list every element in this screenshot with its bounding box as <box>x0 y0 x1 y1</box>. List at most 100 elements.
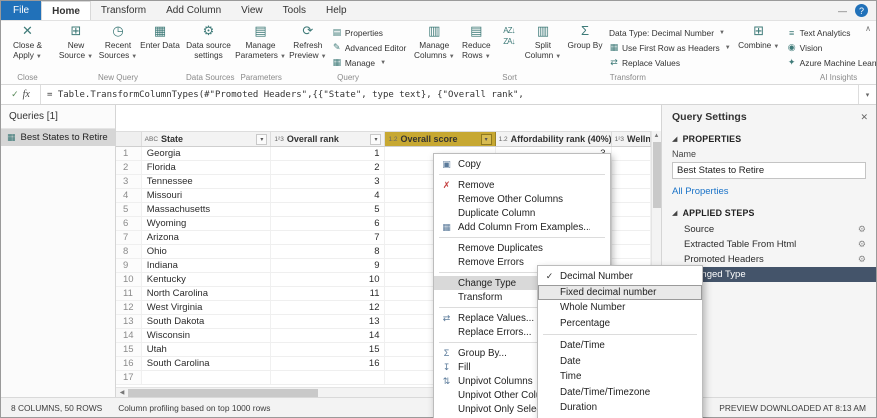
sort-ascending-button[interactable]: AZ↓ <box>501 26 516 35</box>
cell-overall-rank[interactable]: 11 <box>271 287 386 300</box>
context-menu-item[interactable]: Duplicate Column <box>434 206 610 220</box>
advanced-editor-button[interactable]: ✎ Advanced Editor <box>329 40 409 55</box>
submenu-item[interactable]: Date/Time <box>538 338 702 354</box>
context-menu-item[interactable]: Remove Other Columns <box>434 192 610 206</box>
cell-overall-rank[interactable]: 8 <box>271 245 386 258</box>
cell-state[interactable]: South Carolina <box>142 357 272 370</box>
vertical-scroll-thumb[interactable] <box>653 142 661 208</box>
manage-columns-button[interactable]: ▥ Manage Columns ▼ <box>413 23 455 61</box>
refresh-preview-button[interactable]: ⟳ Refresh Preview ▼ <box>287 23 329 61</box>
cell-wellness[interactable] <box>612 217 651 230</box>
horizontal-scroll-thumb[interactable] <box>128 388 318 397</box>
cell-overall-rank[interactable]: 13 <box>271 315 386 328</box>
filter-dropdown-icon[interactable]: ▾ <box>370 133 382 145</box>
cell-overall-rank[interactable]: 3 <box>271 175 386 188</box>
collapse-triangle-icon[interactable]: ◢ <box>672 209 678 217</box>
gear-icon[interactable]: ⚙ <box>858 239 866 250</box>
cell-overall-rank[interactable]: 7 <box>271 231 386 244</box>
cell-overall-rank[interactable]: 9 <box>271 259 386 272</box>
filter-dropdown-icon[interactable]: ▾ <box>256 133 268 145</box>
grid-corner-cell[interactable] <box>116 132 142 146</box>
menu-tab[interactable]: Home <box>41 1 91 20</box>
properties-button[interactable]: ▤ Properties <box>329 25 409 40</box>
cell-overall-rank[interactable]: 1 <box>271 147 386 160</box>
azure-ml-button[interactable]: ✦Azure Machine Learning <box>784 55 876 70</box>
recent-sources-button[interactable]: ◷ Recent Sources ▼ <box>97 23 139 61</box>
cell-state[interactable]: South Dakota <box>142 315 272 328</box>
menu-tab[interactable]: Help <box>316 1 357 20</box>
submenu-item[interactable]: Duration <box>538 400 702 416</box>
formula-expand-icon[interactable]: ▾ <box>858 85 876 104</box>
scroll-left-icon[interactable]: ◀ <box>116 389 128 396</box>
submenu-item[interactable]: Time <box>538 369 702 385</box>
use-first-row-button[interactable]: ▦ Use First Row as Headers ▼ <box>606 40 734 55</box>
menu-tab[interactable]: Tools <box>273 1 316 20</box>
replace-values-button[interactable]: ⇄ Replace Values <box>606 55 734 70</box>
enter-data-button[interactable]: ▦ Enter Data <box>139 23 181 52</box>
text-analytics-button[interactable]: ≡ Text Analytics <box>784 25 876 40</box>
cell-wellness[interactable] <box>612 189 651 202</box>
data-type-button[interactable]: Data Type: Decimal Number ▼ <box>606 25 734 40</box>
help-icon[interactable]: ? <box>855 4 868 17</box>
columns-rows-status[interactable]: 8 COLUMNS, 50 ROWS <box>11 403 102 413</box>
file-tab[interactable]: File <box>1 1 42 20</box>
cell-overall-rank[interactable] <box>271 371 386 384</box>
group-by-button[interactable]: Σ Group By <box>564 23 606 52</box>
submenu-item[interactable]: Fixed decimal number <box>538 284 702 300</box>
context-menu-item[interactable]: Remove Duplicates <box>434 241 610 255</box>
query-name-input[interactable] <box>672 162 866 179</box>
cell-wellness[interactable] <box>612 161 651 174</box>
formula-input[interactable]: = Table.TransformColumnTypes(#"Promoted … <box>41 85 858 104</box>
cell-wellness[interactable] <box>612 175 651 188</box>
cell-state[interactable]: Utah <box>142 343 272 356</box>
cell-state[interactable] <box>142 371 272 384</box>
vision-button[interactable]: ◉ Vision <box>784 40 876 55</box>
cell-wellness[interactable] <box>612 245 651 258</box>
cell-wellness[interactable] <box>612 147 651 160</box>
gear-icon[interactable]: ⚙ <box>858 254 866 265</box>
submenu-item[interactable]: Date/Time/Timezone <box>538 385 702 401</box>
combine-button[interactable]: ⊞ Combine ▼ <box>738 23 780 52</box>
menu-tab[interactable]: Add Column <box>156 1 231 20</box>
cell-state[interactable]: Wisconsin <box>142 329 272 342</box>
gear-icon[interactable]: ⚙ <box>858 224 866 235</box>
cell-wellness[interactable] <box>612 203 651 216</box>
cell-state[interactable]: Tennessee <box>142 175 272 188</box>
cell-overall-rank[interactable]: 16 <box>271 357 386 370</box>
split-column-button[interactable]: ▥ Split Column ▼ <box>522 23 564 61</box>
collapse-ribbon-icon[interactable]: ∧ <box>865 24 871 33</box>
cell-state[interactable]: Arizona <box>142 231 272 244</box>
cell-overall-rank[interactable]: 14 <box>271 329 386 342</box>
manage-parameters-button[interactable]: ▤ Manage Parameters ▼ <box>235 23 286 61</box>
submenu-item[interactable]: Percentage <box>538 316 702 332</box>
cell-overall-rank[interactable]: 6 <box>271 217 386 230</box>
submenu-item[interactable]: Whole Number <box>538 300 702 316</box>
new-source-button[interactable]: ⊞ New Source ▼ <box>55 23 97 61</box>
cell-state[interactable]: North Carolina <box>142 287 272 300</box>
column-header[interactable]: 1²3Wellness r▾ <box>612 132 651 146</box>
reduce-rows-button[interactable]: ▤ Reduce Rows ▼ <box>455 23 497 61</box>
all-properties-link[interactable]: All Properties <box>662 183 876 203</box>
collapse-triangle-icon[interactable]: ◢ <box>672 135 678 143</box>
column-header[interactable]: 1.2 Overall score ▾ <box>385 132 496 146</box>
applied-step[interactable]: Source ⚙ <box>662 222 876 237</box>
close-icon[interactable]: ✕ <box>860 112 868 123</box>
sort-descending-button[interactable]: ZA↓ <box>501 37 516 46</box>
manage-button[interactable]: ▦ Manage ▼ <box>329 55 409 70</box>
commit-icon[interactable]: ✓ <box>11 89 19 100</box>
filter-dropdown-icon[interactable]: ▾ <box>480 133 492 145</box>
context-menu-item[interactable]: ▣ Copy <box>434 157 610 171</box>
applied-step[interactable]: Extracted Table From Html ⚙ <box>662 237 876 252</box>
menu-tab[interactable]: View <box>231 1 273 20</box>
column-header[interactable]: 1²3 Overall rank ▾ <box>271 132 386 146</box>
cell-state[interactable]: West Virginia <box>142 301 272 314</box>
query-list-item[interactable]: ▦ Best States to Retire <box>1 129 115 146</box>
cell-overall-rank[interactable]: 2 <box>271 161 386 174</box>
column-header[interactable]: ABC State ▾ <box>142 132 272 146</box>
menu-tab[interactable]: Transform <box>91 1 156 20</box>
cell-state[interactable]: Wyoming <box>142 217 272 230</box>
submenu-item[interactable]: Decimal Number <box>538 269 702 285</box>
data-source-settings-button[interactable]: ⚙ Data source settings <box>185 23 232 61</box>
cell-state[interactable]: Missouri <box>142 189 272 202</box>
cell-overall-rank[interactable]: 10 <box>271 273 386 286</box>
